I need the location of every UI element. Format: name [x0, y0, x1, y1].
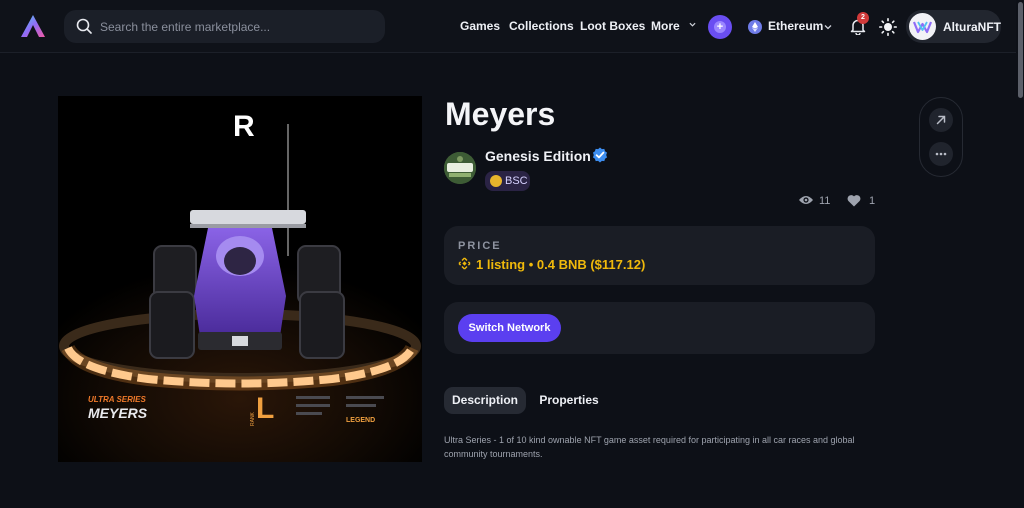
genesis-collection-icon: [444, 152, 476, 184]
bnb-icon: [458, 257, 471, 270]
altura-avatar-icon: [912, 21, 933, 34]
search-icon: [76, 18, 92, 34]
price-panel: PRICE 1 listing • 0.4 BNB ($117.12): [444, 226, 875, 285]
nav-link-loot-boxes[interactable]: Loot Boxes: [580, 19, 645, 33]
nft-artwork[interactable]: R ULTRA SERIES MEYERS L RANK LEGEND: [58, 96, 422, 462]
brand-letter: R: [233, 110, 255, 143]
verified-badge-icon: [592, 147, 608, 163]
chevron-down-icon: [824, 25, 832, 30]
brand-r-logo: R: [233, 110, 255, 143]
account-name: AlturaNFT: [943, 20, 1001, 34]
account-menu[interactable]: AlturaNFT: [906, 10, 1001, 43]
arrow-up-right-icon: [936, 115, 946, 125]
race-car-illustration: R ULTRA SERIES MEYERS L RANK LEGEND: [58, 110, 422, 462]
ethereum-icon: [748, 20, 762, 34]
collection-avatar[interactable]: [444, 152, 476, 184]
artwork-rank-word: RANK: [250, 411, 256, 426]
plus-icon: +: [714, 21, 726, 33]
price-label: PRICE: [458, 240, 502, 252]
search-input[interactable]: [100, 10, 370, 43]
page-title: Meyers: [445, 96, 556, 132]
views-count: 11: [819, 195, 831, 207]
tab-properties[interactable]: Properties: [533, 387, 605, 414]
sun-icon[interactable]: [879, 18, 897, 36]
nav-more-label: More: [651, 19, 680, 33]
top-navbar: Games Collections Loot Boxes More + Ethe…: [0, 0, 1024, 53]
share-button[interactable]: [929, 108, 953, 132]
network-label: Ethereum: [768, 19, 824, 33]
description-text: Ultra Series - 1 of 10 kind ownable NFT …: [444, 435, 855, 459]
collection-name-link[interactable]: Genesis Edition: [485, 148, 591, 164]
network-panel: Switch Network: [444, 302, 875, 354]
price-value: 1 listing • 0.4 BNB ($117.12): [476, 257, 646, 272]
eye-icon: [799, 196, 813, 204]
tab-description[interactable]: Description: [444, 387, 526, 414]
nav-link-collections[interactable]: Collections: [509, 19, 574, 33]
artwork-rank-letter: L: [256, 392, 274, 425]
altura-logo-icon[interactable]: [20, 14, 46, 38]
avatar: [909, 13, 936, 40]
search-bar[interactable]: [64, 10, 385, 43]
likes-count: 1: [869, 195, 876, 207]
nav-link-more[interactable]: More: [651, 19, 696, 33]
more-dots-icon: [935, 152, 947, 156]
chain-badge: BSC: [485, 171, 530, 191]
page-scrollbar[interactable]: [1016, 0, 1024, 508]
notification-badge: 2: [857, 12, 869, 24]
artwork-series-text: ULTRA SERIES: [88, 395, 146, 404]
heart-icon[interactable]: [847, 194, 861, 207]
switch-network-button[interactable]: Switch Network: [458, 314, 561, 342]
more-options-button[interactable]: [929, 142, 953, 166]
artwork-rank-tier: LEGEND: [346, 417, 375, 424]
artwork-name-text: MEYERS: [88, 405, 148, 421]
chevron-down-icon: [689, 22, 696, 27]
bsc-coin-icon: [490, 175, 502, 187]
scrollbar-thumb[interactable]: [1018, 2, 1023, 98]
nav-link-games[interactable]: Games: [460, 19, 500, 33]
chain-label: BSC: [505, 175, 528, 187]
create-button[interactable]: +: [708, 15, 732, 39]
side-action-group: [919, 97, 963, 177]
